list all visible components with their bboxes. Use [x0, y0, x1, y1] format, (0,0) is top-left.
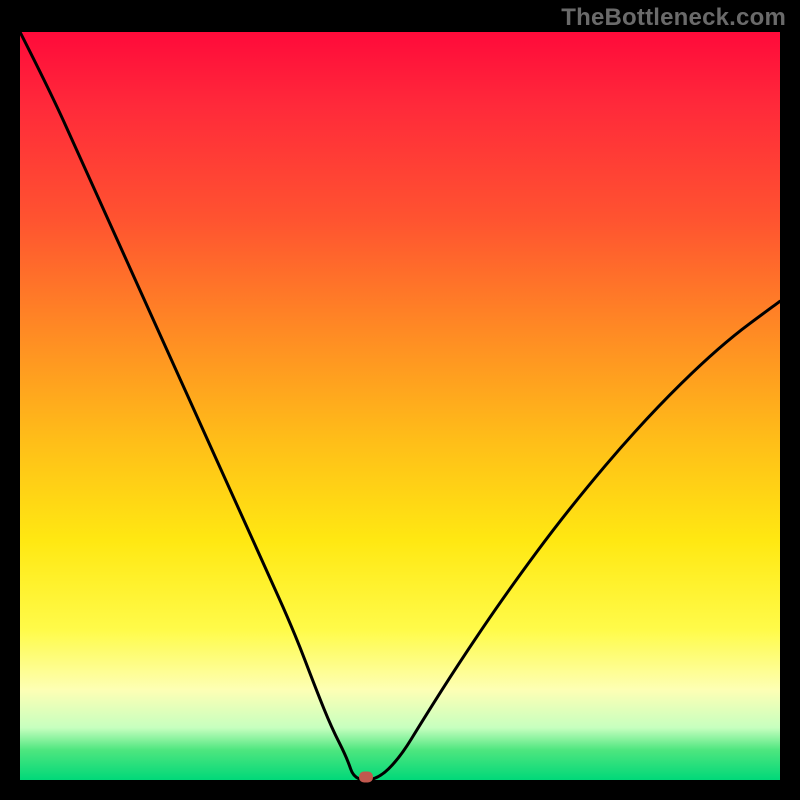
plot-area: [20, 32, 780, 780]
chart-frame: TheBottleneck.com: [0, 0, 800, 800]
watermark-text: TheBottleneck.com: [561, 4, 786, 32]
curve-path: [20, 32, 780, 780]
minimum-marker: [359, 772, 373, 783]
curve-svg: [20, 32, 780, 780]
